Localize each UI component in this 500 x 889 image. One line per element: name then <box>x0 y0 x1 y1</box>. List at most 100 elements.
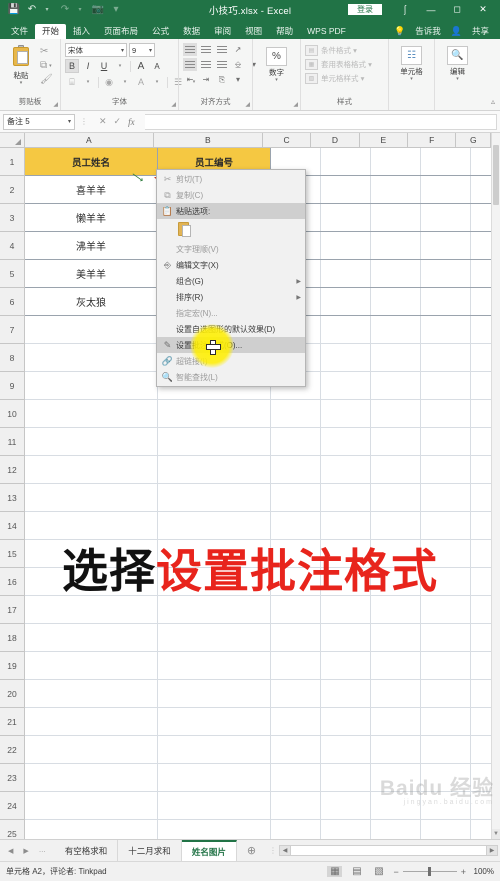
grow-font-button[interactable]: A <box>134 59 148 73</box>
column-header-e[interactable]: E <box>359 133 409 147</box>
customize-qat-icon[interactable]: ▾ <box>108 2 124 17</box>
vertical-scrollbar[interactable]: ▼ <box>491 133 500 839</box>
align-top-icon[interactable] <box>183 43 197 56</box>
insert-function-icon[interactable]: fx <box>128 117 135 127</box>
cell-E7[interactable] <box>371 316 421 343</box>
cancel-formula-icon[interactable]: ✕ <box>99 116 107 127</box>
cell-A10[interactable] <box>25 400 158 427</box>
cell-D6[interactable] <box>321 288 371 315</box>
cell-E18[interactable] <box>371 624 421 651</box>
cell-E21[interactable] <box>371 708 421 735</box>
row-header-21[interactable]: 21 <box>0 708 24 736</box>
row-header-23[interactable]: 23 <box>0 764 24 792</box>
cell-F21[interactable] <box>421 708 471 735</box>
align-middle-icon[interactable] <box>199 43 213 56</box>
cell-A6[interactable]: 灰太狼 <box>25 288 158 315</box>
share-button[interactable]: 共享 <box>465 24 496 39</box>
cell-D21[interactable] <box>321 708 371 735</box>
cell-D16[interactable] <box>321 568 371 595</box>
merge-center-dropdown-icon[interactable]: ▾ <box>231 73 245 86</box>
fill-color-button[interactable]: ◉ <box>102 75 116 89</box>
context-menu-item-cut[interactable]: ✂ 剪切(T) <box>157 171 305 187</box>
formula-input[interactable] <box>144 113 497 130</box>
row-header-15[interactable]: 15 <box>0 540 24 568</box>
sign-in-button[interactable]: 登录 <box>348 4 382 15</box>
horizontal-scrollbar[interactable]: ◀ ▶ <box>279 840 500 861</box>
cell-A15[interactable] <box>25 540 158 567</box>
cell-E16[interactable] <box>371 568 421 595</box>
cell-D8[interactable] <box>321 344 371 371</box>
name-box[interactable]: 备注 5 ▾ <box>3 113 75 130</box>
cell-B15[interactable] <box>158 540 271 567</box>
cell-C18[interactable] <box>271 624 321 651</box>
cell-A25[interactable] <box>25 820 158 839</box>
cell-D24[interactable] <box>321 792 371 819</box>
cell-A13[interactable] <box>25 484 158 511</box>
row-header-10[interactable]: 10 <box>0 400 24 428</box>
cell-C16[interactable] <box>271 568 321 595</box>
cell-F5[interactable] <box>421 260 471 287</box>
cell-E12[interactable] <box>371 456 421 483</box>
row-header-17[interactable]: 17 <box>0 596 24 624</box>
ribbon-display-options-icon[interactable]: ⎰ <box>392 0 418 19</box>
context-menu-item-format-comment[interactable]: ✎ 设置批注格式(O)... <box>157 337 305 353</box>
cell-B24[interactable] <box>158 792 271 819</box>
cell-D17[interactable] <box>321 596 371 623</box>
cell-E3[interactable] <box>371 204 421 231</box>
sheet-tab-2[interactable]: 十二月求和 <box>118 840 182 861</box>
cell-C12[interactable] <box>271 456 321 483</box>
cell-E4[interactable] <box>371 232 421 259</box>
row-header-14[interactable]: 14 <box>0 512 24 540</box>
horizontal-scrollbar-track[interactable] <box>291 845 486 856</box>
row-header-8[interactable]: 8 <box>0 344 24 372</box>
cell-A19[interactable] <box>25 652 158 679</box>
cell-C17[interactable] <box>271 596 321 623</box>
cell-E25[interactable] <box>371 820 421 839</box>
row-header-20[interactable]: 20 <box>0 680 24 708</box>
row-header-12[interactable]: 12 <box>0 456 24 484</box>
tab-review[interactable]: 审阅 <box>207 24 238 39</box>
cell-E20[interactable] <box>371 680 421 707</box>
cell-A5[interactable]: 美羊羊 <box>25 260 158 287</box>
cell-F15[interactable] <box>421 540 471 567</box>
cell-A21[interactable] <box>25 708 158 735</box>
cell-C25[interactable] <box>271 820 321 839</box>
undo-icon[interactable]: ↶ <box>24 2 40 17</box>
more-sheets-icon[interactable]: … <box>39 847 47 854</box>
align-center-icon[interactable] <box>199 58 213 71</box>
cell-A20[interactable] <box>25 680 158 707</box>
cell-A17[interactable] <box>25 596 158 623</box>
merge-center-icon[interactable]: ⎘ <box>215 73 229 86</box>
cell-B11[interactable] <box>158 428 271 455</box>
cell-D23[interactable] <box>321 764 371 791</box>
cell-F20[interactable] <box>421 680 471 707</box>
tab-data[interactable]: 数据 <box>176 24 207 39</box>
cell-E19[interactable] <box>371 652 421 679</box>
tab-formulas[interactable]: 公式 <box>145 24 176 39</box>
cell-F1[interactable] <box>421 148 471 175</box>
cell-A14[interactable] <box>25 512 158 539</box>
tab-wps-pdf[interactable]: WPS PDF <box>300 24 353 39</box>
cell-B10[interactable] <box>158 400 271 427</box>
column-header-a[interactable]: A <box>25 133 154 147</box>
cell-E14[interactable] <box>371 512 421 539</box>
conditional-formatting-button[interactable]: ▤ 条件格式 ▾ <box>305 45 357 56</box>
cell-A8[interactable] <box>25 344 158 371</box>
column-header-d[interactable]: D <box>311 133 360 147</box>
cell-F13[interactable] <box>421 484 471 511</box>
cell-C21[interactable] <box>271 708 321 735</box>
cell-A9[interactable] <box>25 372 158 399</box>
fill-color-dropdown-icon[interactable]: ▾ <box>118 75 132 89</box>
cell-D22[interactable] <box>321 736 371 763</box>
cell-C23[interactable] <box>271 764 321 791</box>
undo-dropdown-icon[interactable]: ▾ <box>39 2 55 17</box>
cell-E17[interactable] <box>371 596 421 623</box>
cell-B23[interactable] <box>158 764 271 791</box>
wrap-text-icon[interactable]: ⎒ <box>231 58 245 71</box>
cell-B13[interactable] <box>158 484 271 511</box>
cell-C11[interactable] <box>271 428 321 455</box>
font-color-button[interactable]: A <box>134 75 148 89</box>
number-dialog-launcher[interactable]: ◢ <box>293 101 298 108</box>
cell-B21[interactable] <box>158 708 271 735</box>
cell-D4[interactable] <box>321 232 371 259</box>
